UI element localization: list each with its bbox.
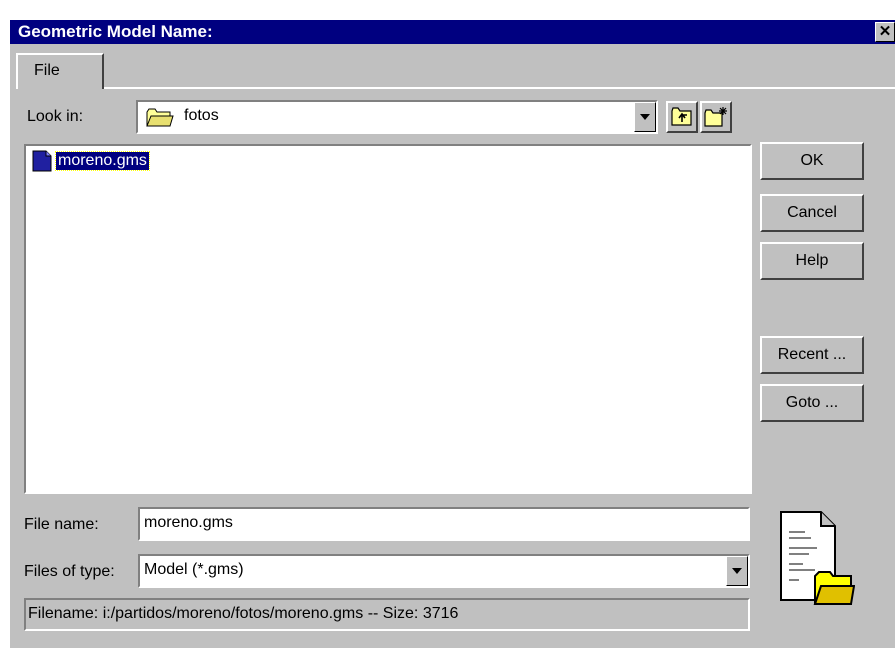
goto-button[interactable]: Goto ...: [760, 384, 864, 422]
title-bar: Geometric Model Name: ✕: [10, 20, 895, 44]
look-in-dropdown-button[interactable]: [634, 102, 656, 132]
tab-file[interactable]: File: [16, 53, 104, 89]
help-button[interactable]: Help: [760, 242, 864, 280]
close-button[interactable]: ✕: [875, 22, 895, 42]
recent-button[interactable]: Recent ...: [760, 336, 864, 374]
files-of-type-label: Files of type:: [24, 563, 115, 580]
file-list[interactable]: moreno.gms: [24, 144, 752, 494]
document-icon: [32, 150, 52, 172]
status-text: Filename: i:/partidos/moreno/fotos/moren…: [28, 605, 459, 622]
new-folder-button[interactable]: [700, 101, 732, 133]
file-name-value: moreno.gms: [144, 514, 233, 531]
files-of-type-value: Model (*.gms): [144, 561, 244, 578]
folder-icon: [146, 108, 174, 127]
ok-button[interactable]: OK: [760, 142, 864, 180]
ok-button-label: OK: [800, 152, 824, 169]
tab-file-label: File: [34, 62, 60, 79]
recent-button-label: Recent ...: [777, 346, 847, 363]
open-file-dialog: Geometric Model Name: ✕ File Look in: fo…: [10, 20, 895, 648]
chevron-down-icon: [640, 114, 650, 120]
goto-button-label: Goto ...: [785, 394, 839, 411]
close-icon: ✕: [878, 23, 892, 40]
document-folder-icon: [780, 511, 855, 605]
chevron-down-icon: [732, 568, 742, 574]
look-in-label-text: Look in:: [27, 108, 84, 125]
status-bar: Filename: i:/partidos/moreno/fotos/moren…: [24, 598, 750, 631]
file-name-label: moreno.gms: [55, 151, 150, 171]
cancel-button-label: Cancel: [787, 204, 837, 221]
files-of-type-select[interactable]: Model (*.gms): [138, 554, 750, 588]
tab-divider: [104, 87, 895, 89]
up-folder-button[interactable]: [666, 101, 698, 133]
look-in-select[interactable]: fotos: [136, 100, 658, 134]
new-folder-icon: [704, 107, 727, 127]
file-name-input[interactable]: moreno.gms: [138, 507, 750, 541]
files-of-type-dropdown-button[interactable]: [726, 556, 748, 586]
look-in-label: Look in:: [27, 108, 83, 126]
file-name-field-label: File name:: [24, 516, 99, 533]
dialog-title: Geometric Model Name:: [18, 22, 213, 41]
up-folder-icon: [671, 107, 692, 126]
help-button-label: Help: [795, 252, 829, 269]
cancel-button[interactable]: Cancel: [760, 194, 864, 232]
look-in-value: fotos: [184, 107, 219, 124]
